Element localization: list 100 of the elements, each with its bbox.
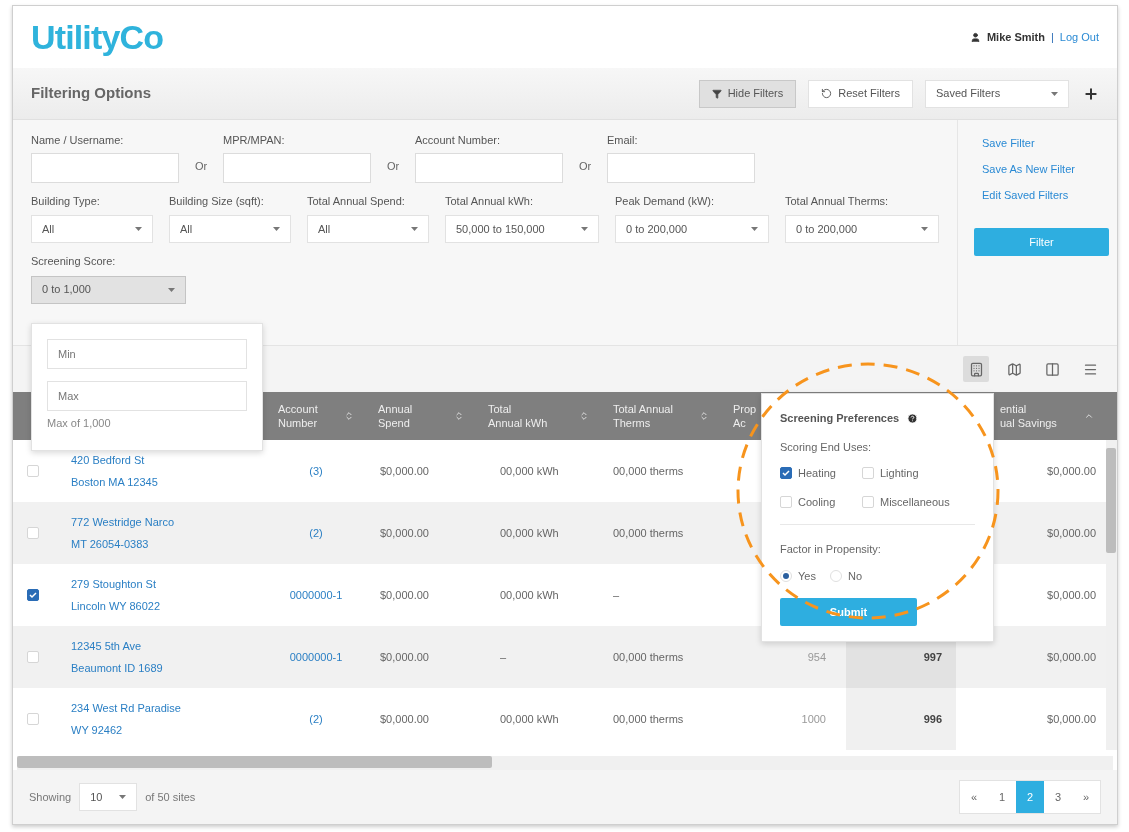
filter-link[interactable]: Save As New Filter [974, 156, 1109, 182]
filter-select[interactable]: 50,000 to 150,000 [445, 215, 599, 243]
reset-icon [821, 88, 833, 99]
table-cell-text: $0,000.00 [380, 711, 429, 727]
add-icon[interactable] [1083, 85, 1099, 102]
address-link[interactable]: Lincoln WY 86022 [71, 598, 266, 615]
checkbox-label: Heating [798, 466, 836, 481]
text-input[interactable] [31, 152, 179, 183]
address-link[interactable]: Beaumont ID 1689 [71, 660, 266, 677]
address-link[interactable]: 234 West Rd Paradise [71, 699, 266, 716]
field-label: Screening Score: [31, 254, 117, 269]
address-link[interactable]: 772 Westridge Narco [71, 513, 266, 530]
page-button[interactable]: « [960, 781, 988, 813]
sort-icon[interactable] [454, 411, 464, 421]
sort-icon[interactable] [579, 411, 589, 421]
sort-icon[interactable] [344, 411, 354, 421]
hide-filters-button[interactable]: Hide Filters [698, 79, 797, 108]
or-label: Or [385, 159, 401, 174]
column-header[interactable]: Prop [733, 402, 757, 416]
page-button[interactable]: 3 [1044, 781, 1072, 813]
table-cell-text: 1000 [801, 711, 826, 727]
section-label: Scoring End Uses: [780, 439, 873, 455]
filter-button[interactable]: Filter [974, 228, 1109, 256]
table-cell-text: $0,000.00 [1047, 711, 1096, 727]
filter-select[interactable]: 0 to 200,000 [615, 215, 769, 243]
table-cell-text: – [500, 649, 507, 665]
column-header[interactable]: Annual [378, 402, 413, 416]
checkbox[interactable] [27, 589, 39, 601]
column-header[interactable]: Spend [378, 416, 413, 430]
field-label: Name / Username: [31, 133, 125, 148]
checkbox[interactable] [780, 467, 792, 480]
table-cell-text: $0,000.00 [380, 649, 429, 665]
text-input[interactable] [415, 152, 563, 183]
field-label: Account Number: [415, 133, 501, 148]
score-select[interactable]: 0 to 1,000 [31, 275, 186, 304]
reset-filters-button[interactable]: Reset Filters [808, 79, 913, 108]
address-link[interactable]: WY 92462 [71, 722, 266, 739]
logout-link[interactable]: Log Out [1059, 28, 1099, 46]
column-header[interactable]: Account [278, 402, 318, 416]
page-button[interactable]: 2 [1016, 781, 1044, 813]
filter-select[interactable]: All [31, 215, 153, 243]
column-header[interactable]: Total [488, 402, 548, 416]
text-input[interactable] [223, 152, 371, 183]
account-link[interactable]: 0000000-1 [289, 648, 343, 666]
table-cell-text: 00,000 kWh [500, 587, 559, 603]
or-label: Or [193, 159, 209, 174]
sort-up-icon[interactable] [1084, 411, 1094, 421]
horizontal-scrollbar[interactable] [17, 756, 1113, 770]
account-link[interactable]: 0000000-1 [289, 586, 343, 604]
table-cell-text: 00,000 kWh [500, 463, 559, 479]
min-input[interactable]: Min [47, 339, 247, 369]
max-input[interactable]: Max [47, 381, 247, 411]
filter-link[interactable]: Save Filter [974, 130, 1109, 156]
column-header[interactable]: Ac [733, 416, 757, 430]
table-cell-text: $0,000.00 [380, 525, 429, 541]
filter-select[interactable]: All [307, 215, 429, 243]
table-cell-text: $0,000.00 [1047, 649, 1096, 665]
checkbox-label: Miscellaneous [880, 494, 950, 510]
view-toggle[interactable] [963, 356, 989, 382]
page-button[interactable]: 1 [988, 781, 1016, 813]
caret-icon [751, 227, 758, 231]
address-link[interactable]: 279 Stoughton St [71, 575, 266, 592]
caret-icon [921, 227, 928, 231]
saved-filters-select[interactable]: Saved Filters [925, 79, 1069, 108]
vertical-scrollbar[interactable] [1106, 440, 1117, 750]
checkbox-label: Lighting [880, 466, 919, 481]
column-header[interactable]: Therms [613, 416, 673, 430]
caret-icon [581, 227, 588, 231]
table-cell-text: $0,000.00 [380, 463, 429, 479]
account-link[interactable]: (2) [309, 524, 323, 542]
filter-select[interactable]: All [169, 215, 291, 243]
page-size-select[interactable]: 10 [79, 783, 138, 811]
columns-icon [1044, 361, 1060, 377]
menu-icon [1082, 361, 1098, 377]
account-link[interactable]: (2) [309, 710, 323, 728]
filter-link[interactable]: Edit Saved Filters [974, 182, 1109, 208]
address-link[interactable]: MT 26054-0383 [71, 536, 266, 553]
page-button[interactable]: » [1072, 781, 1100, 813]
field-label: Total Annual Therms: [785, 193, 890, 209]
user-name: Mike Smith [986, 29, 1045, 45]
showing-label: Showing [29, 789, 72, 805]
sort-icon[interactable] [699, 411, 709, 421]
score-cell-text: 996 [923, 711, 942, 727]
column-header[interactable]: ual Savings [1000, 416, 1057, 430]
column-header[interactable]: ential [1000, 402, 1057, 416]
table-cell-text: 00,000 therms [613, 649, 684, 665]
text-input[interactable] [607, 152, 755, 183]
column-header[interactable]: Annual kWh [488, 416, 548, 430]
filter-select[interactable]: 0 to 200,000 [785, 215, 939, 243]
address-link[interactable]: Boston MA 12345 [71, 474, 266, 491]
building-icon [968, 361, 984, 377]
radio-label: No [847, 568, 862, 584]
column-header[interactable]: Number [278, 416, 318, 430]
column-header[interactable]: Total Annual [613, 402, 673, 416]
help-icon[interactable] [907, 412, 919, 424]
map-icon [1006, 361, 1022, 377]
address-link[interactable]: 12345 5th Ave [71, 637, 266, 654]
address-link[interactable]: 420 Bedford St [71, 451, 266, 468]
caret-icon [1051, 91, 1058, 96]
account-link[interactable]: (3) [309, 462, 323, 480]
